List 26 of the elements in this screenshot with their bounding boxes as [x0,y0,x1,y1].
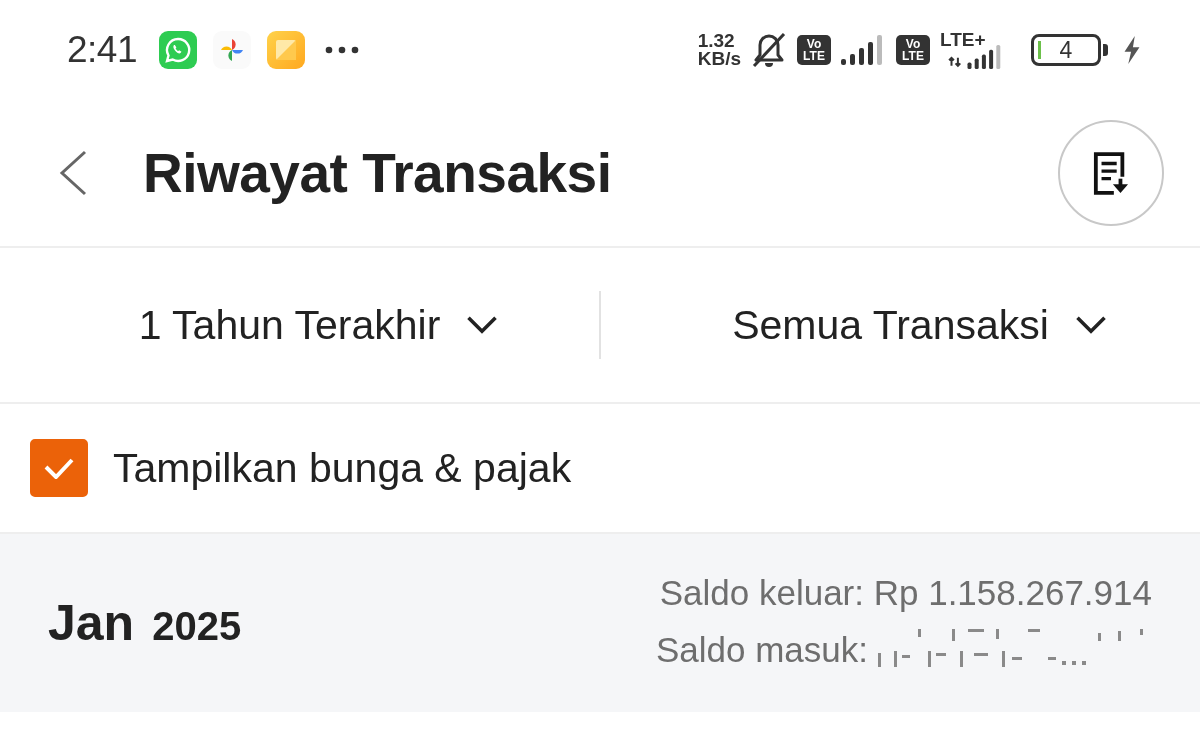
balance-summary-text: Saldo keluar: Rp 1.158.267.914 [659,573,1152,613]
network-speed-unit: KB/s [697,50,741,68]
more-dots-icon [325,46,359,54]
filter-dropdown[interactable]: Semua Transaksi [601,293,1200,357]
checkbox-label: Tampilkan bunga & pajak [113,444,572,492]
signal-bars-icon [841,35,882,65]
network-speed-value: 1.32 [697,32,736,50]
volte-badge: Vo LTE [896,35,930,65]
chat-app-icon [159,31,197,69]
network-type: LTE+ [940,31,986,49]
bell-muted-icon [751,31,787,69]
checkbox[interactable] [30,439,88,497]
month-label: Jan [48,594,135,652]
checkmark-icon [44,457,74,479]
document-download-icon [1093,151,1129,195]
status-time: 2:41 [67,29,137,71]
filter-dropdown[interactable]: 1 Tahun Terakhir [0,293,599,357]
year-label: 2025 [152,604,242,649]
back-chevron-icon [59,150,87,196]
chevron-down-icon [466,316,499,334]
volte-badge: Vo LTE [797,35,831,65]
notes-app-icon [267,31,305,69]
page-title: Riwayat Transaksi [143,141,612,205]
balance-summary-text: Saldo masuk: [655,630,868,670]
chevron-down-icon [1074,316,1107,334]
battery-indicator: 4 [1031,34,1108,66]
